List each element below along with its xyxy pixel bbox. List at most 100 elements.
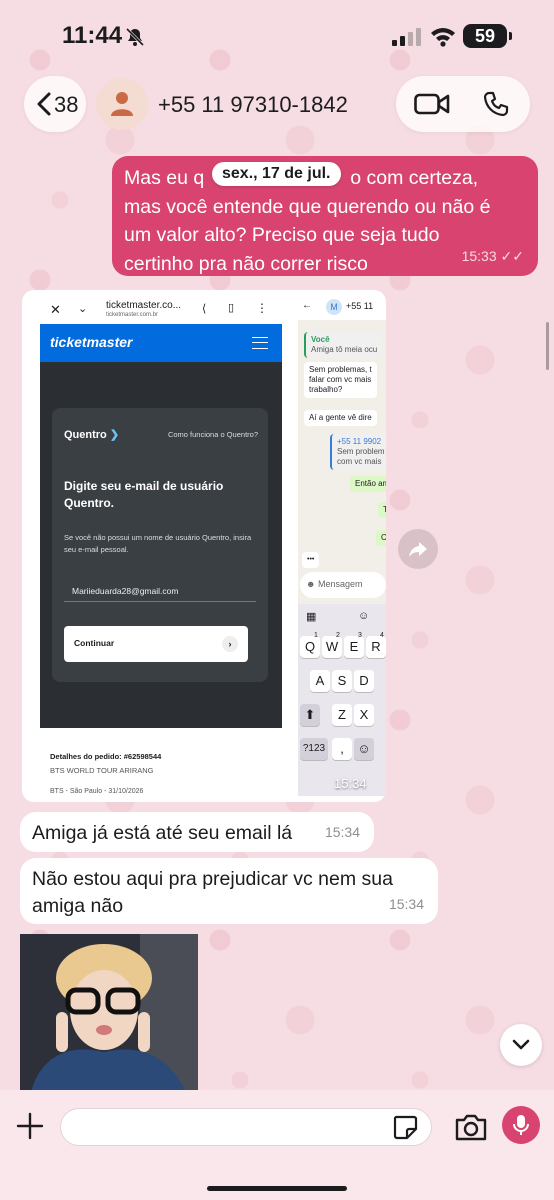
hamburger-icon — [252, 337, 268, 349]
ticketmaster-header: ticketmaster — [40, 324, 282, 362]
bookmark-icon: ▯ — [228, 302, 235, 314]
chevron-right-icon: › — [222, 636, 238, 652]
image-message[interactable]: ✕ ⌄ ticketmaster.co... ticketmaster.com.… — [22, 290, 386, 802]
wa-message: Então amig — [350, 476, 386, 492]
browser-bar: ✕ ⌄ ticketmaster.co... ticketmaster.com.… — [40, 296, 282, 324]
message-meta: 15:33 ✓✓ — [462, 242, 524, 271]
key: X — [354, 704, 374, 726]
key: Z — [332, 704, 352, 726]
grid-icon: ▦ — [306, 611, 317, 623]
person-photo-image — [20, 934, 198, 1096]
quentro-logo: Quentro ❯ — [64, 429, 120, 441]
sticker-icon: ☺ — [358, 610, 370, 622]
bell-off-icon — [125, 27, 145, 47]
chevron-down-icon: ⌄ — [78, 303, 88, 315]
battery-icon: 59 — [463, 24, 512, 48]
phone-call-icon[interactable] — [482, 90, 510, 118]
order-event: BTS WORLD TOUR ARIRANG — [50, 766, 154, 775]
continue-button: Continuar › — [64, 626, 248, 662]
browser-url: ticketmaster.co... — [106, 300, 182, 311]
read-ticks-icon: ✓✓ — [500, 247, 524, 264]
share-icon: ⟨ — [202, 303, 207, 315]
status-time: 11:44 — [62, 22, 123, 49]
message-time: 15:34 — [324, 824, 360, 840]
forward-button[interactable] — [398, 529, 438, 569]
card-title: Digite seu e-mail de usuário Quentro. — [64, 479, 224, 510]
forward-icon — [409, 542, 427, 557]
key: D — [354, 670, 374, 692]
person-icon — [111, 92, 133, 116]
message-time: 15:33 — [461, 247, 497, 264]
signal-icon — [392, 28, 421, 46]
mic-button[interactable] — [502, 1106, 540, 1144]
wa-contact: +55 11 — [346, 301, 374, 311]
unread-count: 38 — [54, 92, 79, 117]
sticker-icon: ☻ — [306, 579, 316, 589]
plus-icon[interactable] — [14, 1110, 46, 1142]
screenshot-ticketmaster: ✕ ⌄ ticketmaster.co... ticketmaster.com.… — [40, 296, 282, 796]
key-hint: 4 — [380, 632, 384, 639]
microphone-icon — [513, 1115, 529, 1135]
key: R — [366, 636, 386, 658]
home-indicator — [207, 1186, 347, 1191]
message-time: 15:34 — [388, 896, 424, 912]
chevron-down-icon — [512, 1039, 530, 1050]
wifi-icon — [431, 28, 455, 47]
status-bar: 11:44 59 — [0, 0, 554, 70]
close-icon: ✕ — [50, 302, 61, 317]
key: W — [322, 636, 342, 658]
quentro-card: Quentro ❯ Como funciona o Quentro? Digit… — [52, 408, 268, 682]
wa-quoted-message: Você Amiga tô meia ocu — [304, 332, 383, 358]
wa-message: Tem — [378, 502, 386, 518]
browser-url-small: ticketmaster.com.br — [106, 312, 159, 318]
more-icon: ⋮ — [256, 301, 268, 315]
incoming-message[interactable]: Amiga já está até seu email lá 15:34 — [20, 812, 374, 852]
camera-icon[interactable] — [454, 1112, 488, 1142]
wa-message: Sem problemas, t falar com vc mais traba… — [304, 362, 377, 398]
quentro-help-link: Como funciona o Quentro? — [167, 430, 258, 439]
call-actions — [396, 76, 530, 132]
key: S — [332, 670, 352, 692]
login-area: Quentro ❯ Como funciona o Quentro? Digit… — [40, 362, 282, 728]
back-button[interactable]: 38 — [24, 76, 86, 132]
wa-more: ••• — [302, 552, 320, 568]
wa-message: Aí a gente vê dire — [304, 410, 377, 426]
message-line: mas você entende que querendo ou não é — [124, 195, 491, 218]
scroll-indicator[interactable] — [546, 322, 549, 370]
card-description: Se você não possui um nome de usuário Qu… — [64, 533, 252, 554]
ticketmaster-logo: ticketmaster — [50, 334, 133, 350]
email-field: Mariieduarda28@gmail.com — [64, 580, 256, 602]
key-hint: 1 — [314, 632, 318, 639]
image-time: 15:34 — [334, 776, 367, 791]
key: Q — [300, 636, 320, 658]
incoming-message[interactable]: Não estou aqui pra prejudicar vc nem sua… — [20, 858, 438, 924]
wa-input: ☻ Mensagem — [300, 572, 386, 598]
emoji-icon: ☺ — [354, 738, 374, 760]
keyboard: ▦ ☺ Q W E R 1 2 3 4 A S D ⬆ Z X ?123 , ☺ — [298, 604, 386, 796]
message-input[interactable] — [60, 1108, 432, 1146]
contact-name[interactable]: +55 11 97310-1842 — [158, 92, 348, 118]
screenshot-whatsapp: ← M +55 11 Você Amiga tô meia ocu Sem pr… — [298, 296, 386, 796]
order-venue: BTS - São Paulo - 31/10/2026 — [50, 788, 144, 795]
back-arrow-icon: ← — [302, 300, 312, 311]
key: E — [344, 636, 364, 658]
key-hint: 3 — [358, 632, 362, 639]
date-chip: sex., 17 de jul. — [212, 162, 341, 186]
wa-avatar: M — [326, 299, 342, 315]
order-number: Detalhes do pedido: #62598544 — [50, 752, 162, 761]
key: ?123 — [300, 738, 328, 760]
sticker-icon[interactable] — [392, 1114, 418, 1140]
contact-avatar[interactable] — [96, 78, 148, 130]
message-text: Não estou aqui pra prejudicar vc nem sua… — [32, 868, 393, 917]
photo-message[interactable] — [20, 934, 198, 1096]
wa-message: Certa — [376, 530, 386, 546]
scroll-down-button[interactable] — [500, 1024, 542, 1066]
video-call-icon[interactable] — [414, 92, 450, 116]
chevron-left-icon — [37, 92, 51, 116]
key-hint: 2 — [336, 632, 340, 639]
message-text: Amiga já está até seu email lá — [32, 822, 293, 844]
shift-icon: ⬆ — [300, 704, 320, 726]
wa-header: ← M +55 11 — [298, 296, 386, 320]
key: A — [310, 670, 330, 692]
key: , — [332, 738, 352, 760]
